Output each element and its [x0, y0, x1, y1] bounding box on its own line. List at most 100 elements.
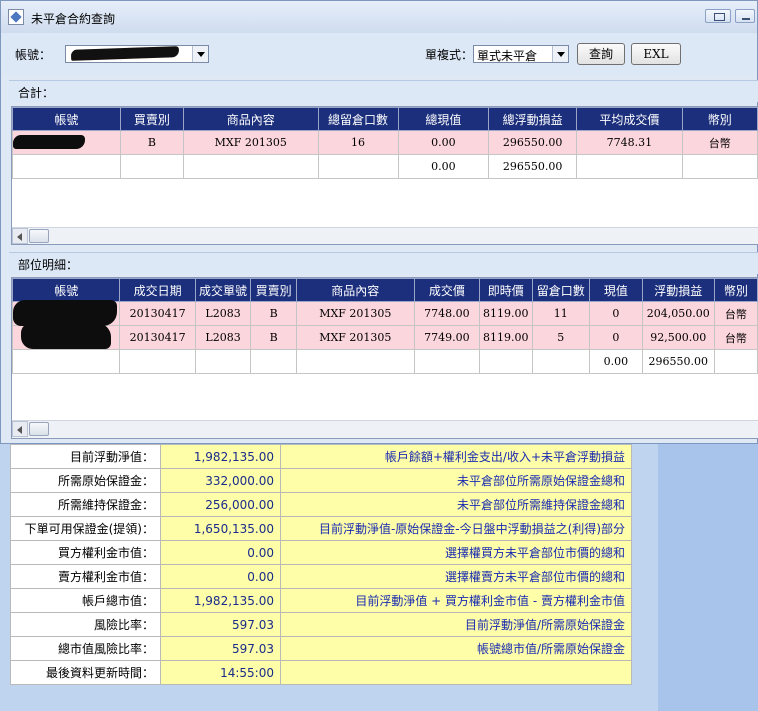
info-panel-right-margin [658, 441, 758, 711]
query-button[interactable]: 查詢 [577, 43, 625, 65]
info-description: 未平倉部位所需原始保證金總和 [280, 468, 632, 493]
info-value: 1,650,135.00 [160, 516, 281, 541]
info-row: 最後資料更新時間： 14:55:00 [10, 660, 632, 685]
account-info-table: 目前浮動淨值： 1,982,135.00 帳戶餘額+權利金支出/收入+未平倉浮動損益… [10, 444, 632, 685]
info-row: 目前浮動淨值： 1,982,135.00 帳戶餘額+權利金支出/收入+未平倉浮動損益 [10, 444, 632, 469]
info-row: 風險比率： 597.03 目前浮動淨值/所需原始保證金 [10, 612, 632, 637]
info-value: 597.03 [160, 612, 281, 637]
detail-table-row[interactable]: 20130417 L2083 B MXF 201305 7749.00 8119.00 5 0… [12, 323, 758, 350]
info-row: 下單可用保證金(提領)： 1,650,135.00 目前浮動淨值-原始保證金-今日盤… [10, 516, 632, 541]
info-label: 目前浮動淨值： [10, 444, 161, 469]
detail-column-header[interactable]: 浮動損益 [641, 278, 715, 302]
detail-column-header[interactable]: 帳號 [12, 278, 121, 302]
info-label: 下單可用保證金(提領)： [10, 516, 161, 541]
summary-grid: 帳號 買賣別 商品內容 總留倉口數 總現值 總浮動損益 平均成交價 幣別 B MXF 20130… [11, 106, 758, 245]
info-description: 目前浮動淨值/所需原始保證金 [280, 612, 632, 637]
summary-column-header[interactable]: 商品內容 [183, 107, 319, 131]
summary-table-cell: 296550.00 [488, 130, 578, 155]
detail-table-cell: 8119.00 [479, 301, 533, 326]
summary-total-row[interactable]: 0.00 296550.00 [12, 154, 758, 179]
info-label: 總市值風險比率： [10, 636, 161, 661]
window-title: 未平倉合約查詢 [31, 12, 116, 26]
summary-horizontal-scrollbar[interactable] [12, 227, 758, 244]
summary-table-cell [317, 154, 399, 179]
info-description: 目前浮動淨值-原始保證金-今日盤中浮動損益之(利得)部分 [280, 516, 632, 541]
info-row: 總市值風險比率： 597.03 帳號總市值/所需原始保證金 [10, 636, 632, 661]
summary-column-header[interactable]: 總留倉口數 [317, 107, 399, 131]
scrollbar-thumb[interactable] [29, 229, 49, 243]
restore-icon[interactable] [705, 9, 731, 23]
info-description: 目前浮動淨值 + 買方權利金市值 - 賣方權利金市值 [280, 588, 632, 613]
detail-horizontal-scrollbar[interactable] [12, 420, 758, 438]
info-description: 帳號總市值/所需原始保證金 [280, 636, 632, 661]
info-value: 597.03 [160, 636, 281, 661]
detail-column-header[interactable]: 成交日期 [119, 278, 196, 302]
detail-table-cell: MXF 201305 [295, 325, 415, 350]
detail-column-header[interactable]: 買賣別 [250, 278, 297, 302]
summary-column-header[interactable]: 買賣別 [119, 107, 185, 131]
arrow-left-icon[interactable] [12, 228, 28, 244]
export-excel-button[interactable]: EXL [631, 43, 681, 65]
app-window-icon [8, 9, 24, 25]
account-label: 帳號： [15, 48, 52, 62]
account-select[interactable] [65, 45, 209, 63]
detail-column-header[interactable]: 即時價 [479, 278, 533, 302]
detail-table-cell: 296550.00 [641, 349, 715, 374]
summary-table-cell [12, 130, 121, 155]
arrow-left-icon[interactable] [12, 421, 28, 437]
detail-section-header: 部位明細： [9, 252, 758, 274]
detail-table-cell: 0 [589, 325, 643, 350]
detail-column-header[interactable]: 留倉口數 [531, 278, 591, 302]
detail-table-row[interactable]: 20130417 L2083 B MXF 201305 7748.00 8119.00 11… [12, 300, 758, 326]
detail-column-header[interactable]: 成交價 [413, 278, 481, 302]
summary-section-header: 合計： [9, 80, 758, 102]
detail-table-cell [250, 349, 297, 374]
mode-select[interactable]: 單式未平倉 [473, 45, 569, 63]
summary-column-header[interactable]: 平均成交價 [576, 107, 683, 131]
chevron-down-icon[interactable] [552, 46, 568, 62]
detail-section-label: 部位明細： [18, 258, 79, 272]
detail-column-header[interactable]: 成交單號 [194, 278, 252, 302]
info-value: 0.00 [160, 540, 281, 565]
detail-table-cell: 8119.00 [479, 325, 533, 350]
detail-total-row[interactable]: 0.00 296550.00 [12, 349, 758, 374]
detail-table-cell: 台幣 [713, 301, 758, 326]
info-description: 帳戶餘額+權利金支出/收入+未平倉浮動損益 [280, 444, 632, 469]
detail-table-cell [12, 349, 121, 374]
info-label: 所需維持保證金： [10, 492, 161, 517]
info-row: 所需維持保證金： 256,000.00 未平倉部位所需維持保證金總和 [10, 492, 632, 517]
detail-table-cell: B [250, 325, 297, 350]
minimize-icon[interactable] [735, 9, 755, 23]
detail-table-cell: 7748.00 [413, 301, 481, 326]
detail-grid: 帳號 成交日期 成交單號 買賣別 商品內容 成交價 即時價 留倉口數 現值 浮動損益 幣別 2013… [11, 277, 758, 439]
info-label: 所需原始保證金： [10, 468, 161, 493]
detail-table-cell [531, 349, 591, 374]
info-row: 所需原始保證金： 332,000.00 未平倉部位所需原始保證金總和 [10, 468, 632, 493]
summary-column-header[interactable]: 帳號 [12, 107, 121, 131]
chevron-down-icon[interactable] [192, 46, 208, 62]
summary-column-header[interactable]: 幣別 [681, 107, 758, 131]
detail-column-header[interactable]: 幣別 [713, 278, 758, 302]
detail-table-cell [413, 349, 481, 374]
scrollbar-thumb[interactable] [29, 422, 49, 436]
summary-table-cell [119, 154, 185, 179]
summary-table-cell: 0.00 [397, 154, 490, 179]
detail-table-cell: 0.00 [589, 349, 643, 374]
info-value: 1,982,135.00 [160, 588, 281, 613]
summary-column-header[interactable]: 總現值 [397, 107, 490, 131]
info-description [280, 660, 632, 685]
detail-column-header[interactable]: 商品內容 [295, 278, 415, 302]
summary-table-row[interactable]: B MXF 201305 16 0.00 296550.00 7748.31 台幣 [12, 130, 758, 155]
detail-table-cell [12, 300, 121, 326]
summary-table-cell: 7748.31 [576, 130, 683, 155]
detail-table-cell [295, 349, 415, 374]
summary-table-cell: 台幣 [681, 130, 758, 155]
detail-table-cell [119, 349, 196, 374]
detail-table-cell: 0 [589, 301, 643, 326]
position-query-window: 未平倉合約查詢 帳號： 單複式： 單式未平倉 查詢 EXL 合計： 帳號 買賣別商… [0, 0, 758, 444]
summary-column-header[interactable]: 總浮動損益 [488, 107, 578, 131]
info-description: 選擇權買方未平倉部位市價的總和 [280, 540, 632, 565]
title-bar[interactable]: 未平倉合約查詢 [1, 1, 757, 33]
detail-table-cell: 92,500.00 [641, 325, 715, 350]
detail-column-header[interactable]: 現值 [589, 278, 643, 302]
